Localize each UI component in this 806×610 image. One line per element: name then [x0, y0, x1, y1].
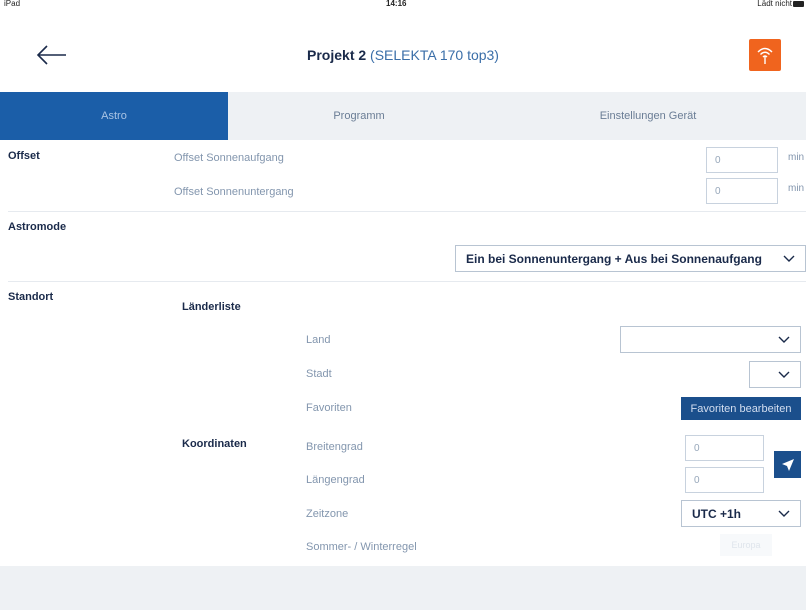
offset-sunset-label: Offset Sonnenuntergang — [174, 186, 294, 198]
chevron-down-icon — [778, 510, 790, 517]
stadt-select[interactable] — [749, 361, 801, 388]
chevron-down-icon — [778, 336, 790, 343]
location-arrow-icon — [781, 458, 794, 471]
project-name: Projekt 2 — [307, 47, 367, 63]
laengengrad-input[interactable] — [685, 467, 764, 493]
sommer-winterregel-value: Europa — [720, 534, 772, 556]
tab-einstellungen-geraet[interactable]: Einstellungen Gerät — [490, 92, 806, 140]
favoriten-bearbeiten-button[interactable]: Favoriten bearbeiten — [681, 397, 801, 420]
divider — [8, 281, 806, 282]
remote-connect-button[interactable] — [749, 39, 781, 71]
land-select[interactable] — [620, 326, 801, 353]
favoriten-label: Favoriten — [306, 402, 352, 414]
status-bar: iPad 14:16 Lädt nicht — [0, 0, 806, 8]
footer-area — [0, 566, 806, 610]
zeitzone-label: Zeitzone — [306, 508, 349, 520]
stadt-label: Stadt — [306, 368, 332, 380]
sommer-winterregel-label: Sommer- / Winterregel — [306, 541, 417, 553]
land-label: Land — [306, 334, 331, 346]
laengengrad-label: Längengrad — [306, 474, 365, 486]
chevron-down-icon — [778, 371, 790, 378]
astromode-title: Astromode — [8, 221, 67, 233]
zeitzone-value: UTC +1h — [692, 506, 742, 521]
offset-sunset-input[interactable] — [706, 178, 778, 204]
wireless-icon — [757, 47, 773, 64]
breitengrad-input[interactable] — [685, 435, 764, 461]
offset-sunset-unit: min — [788, 183, 805, 194]
tab-programm[interactable]: Programm — [228, 92, 490, 140]
offset-sunrise-label: Offset Sonnenaufgang — [174, 152, 284, 164]
battery-status: Lädt nicht — [757, 0, 792, 8]
divider — [8, 211, 806, 212]
page-title: Projekt 2 (SELEKTA 170 top3) — [0, 47, 806, 63]
offset-title: Offset — [8, 150, 40, 162]
locate-button[interactable] — [774, 451, 801, 478]
device-name: (SELEKTA 170 top3) — [370, 47, 499, 63]
tab-astro[interactable]: Astro — [0, 92, 228, 140]
offset-sunrise-input[interactable] — [706, 147, 778, 173]
laenderliste-title: Länderliste — [182, 301, 241, 313]
breitengrad-label: Breitengrad — [306, 441, 363, 453]
chevron-down-icon — [783, 255, 795, 262]
clock: 14:16 — [386, 0, 407, 8]
battery-icon — [793, 1, 804, 7]
app-page: iPad 14:16 Lädt nicht Projekt 2 (SELEKTA… — [0, 0, 806, 610]
astromode-select[interactable]: Ein bei Sonnenuntergang + Aus bei Sonnen… — [455, 245, 806, 272]
device-label: iPad — [4, 0, 21, 8]
koordinaten-title: Koordinaten — [182, 438, 247, 450]
astromode-value: Ein bei Sonnenuntergang + Aus bei Sonnen… — [466, 251, 762, 266]
standort-title: Standort — [8, 291, 54, 303]
tab-bar: Astro Programm Einstellungen Gerät — [0, 92, 806, 140]
zeitzone-select[interactable]: UTC +1h — [681, 500, 801, 527]
offset-sunrise-unit: min — [788, 152, 805, 163]
